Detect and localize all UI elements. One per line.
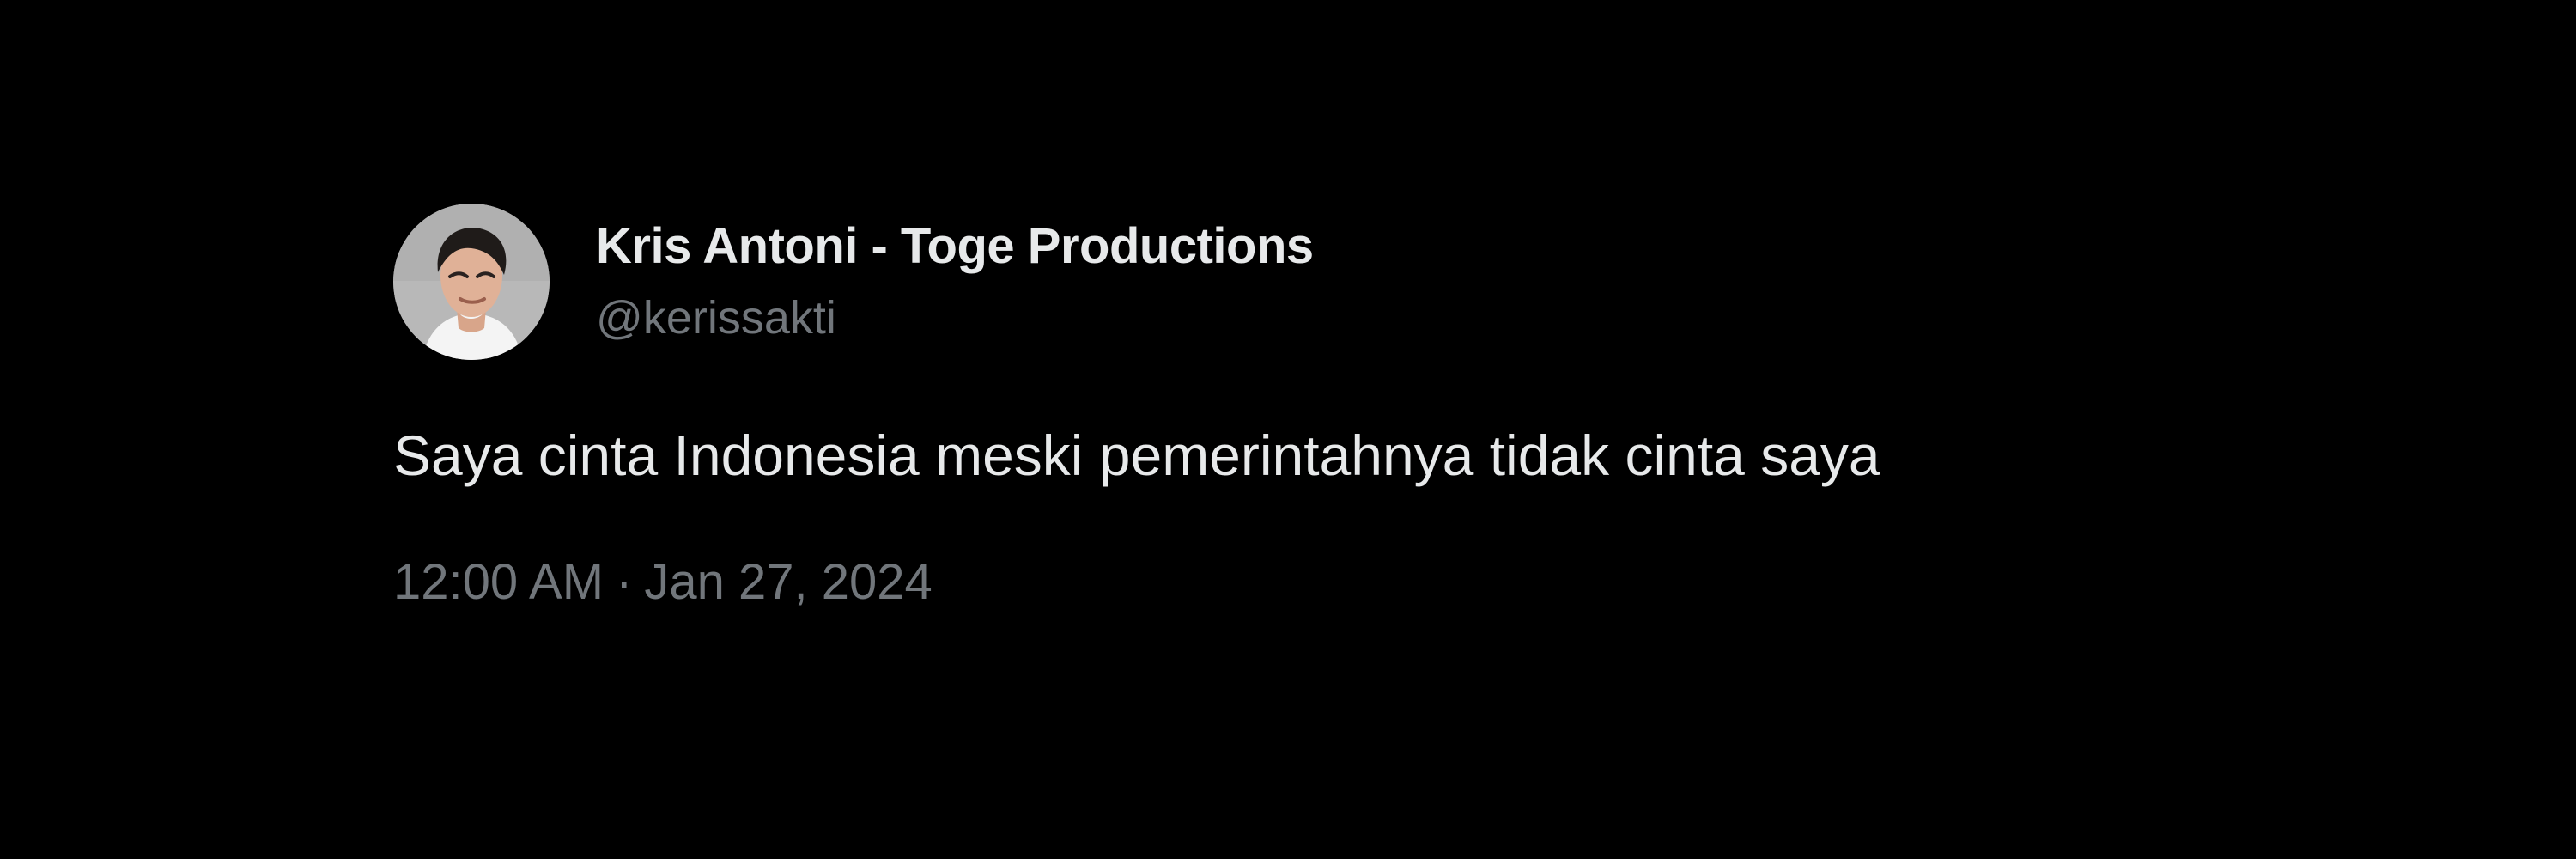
timestamp-separator: · xyxy=(616,554,633,610)
tweet-date: Jan 27, 2024 xyxy=(644,554,933,610)
avatar[interactable] xyxy=(393,204,550,360)
tweet-time: 12:00 AM xyxy=(393,554,605,610)
tweet-card: Kris Antoni - Toge Productions @kerissak… xyxy=(393,203,2282,613)
profile-photo-icon xyxy=(393,204,550,360)
tweet-text: Saya cinta Indonesia meski pemerintahnya… xyxy=(393,423,1880,487)
tweet-screenshot: Kris Antoni - Toge Productions @kerissak… xyxy=(0,0,2576,859)
author-display-name[interactable]: Kris Antoni - Toge Productions xyxy=(596,216,1314,277)
tweet-header: Kris Antoni - Toge Productions @kerissak… xyxy=(393,203,2282,361)
author-handle[interactable]: @kerissakti xyxy=(596,289,1314,347)
tweet-timestamp[interactable]: 12:00 AM · Jan 27, 2024 xyxy=(393,551,2282,613)
author-identity: Kris Antoni - Toge Productions @kerissak… xyxy=(596,216,1314,347)
